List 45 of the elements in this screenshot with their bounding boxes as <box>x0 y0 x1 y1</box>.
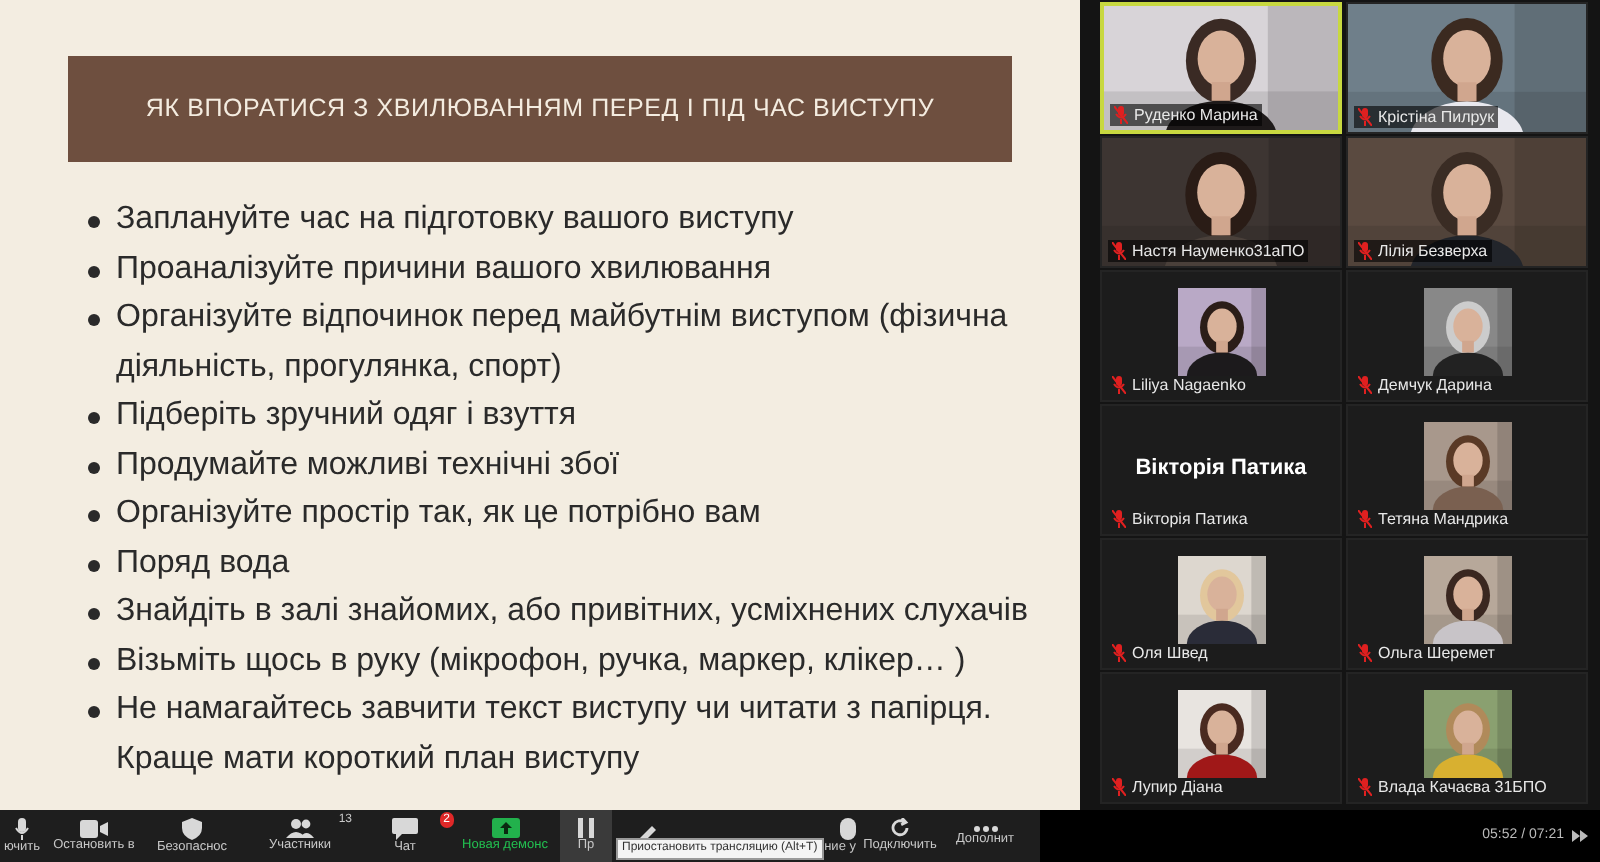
bullet-text: Підберіть зручний одяг і взуття <box>116 396 577 436</box>
participant-name: Крістіна Пилрук <box>1378 106 1495 128</box>
pause-icon <box>578 818 594 838</box>
participant-name: Вікторія Патика <box>1132 508 1248 530</box>
slide-title: ЯК ВПОРАТИСЯ З ХВИЛЮВАННЯМ ПЕРЕД І ПІД ЧАС ВИСТУПУ <box>145 92 935 127</box>
video-camera-icon <box>80 819 108 837</box>
bullet-text: Продумайте можливі технічні збої <box>116 445 620 485</box>
bullet-icon <box>88 314 100 326</box>
mouse-icon <box>840 817 856 839</box>
participant-name: Оля Швед <box>1132 642 1208 664</box>
bullet-text: Заплануйте час на підготовку вашого виступу <box>116 200 794 240</box>
skip-icon <box>1572 830 1588 842</box>
participant-name: Лупир Діана <box>1132 776 1223 798</box>
bullet-text: Організуйте відпочинок перед майбутнім виступом (фізична діяльність, прогулянка, спорт) <box>116 298 1008 387</box>
share-screen-icon <box>491 818 519 838</box>
bullet-icon <box>88 265 100 277</box>
bullet-text: Візьміть щось в руку (мікрофон, ручка, маркер, клікер… ) <box>116 641 966 681</box>
participant-name: Liliya Nagaenko <box>1132 374 1246 396</box>
bullet-text: Не намагайтесь завчити текст виступу чи читати з папірця. Краще мати короткий план виступу <box>116 690 992 779</box>
bullet-text: Проаналізуйте причини вашого хвилювання <box>116 249 772 289</box>
participant-name: Демчук Дарина <box>1378 374 1492 396</box>
bullet-icon <box>88 510 100 522</box>
chat-icon <box>392 817 418 839</box>
participant-name: Тетяна Мандрика <box>1378 508 1509 530</box>
people-icon <box>286 818 314 838</box>
bullet-icon <box>88 608 100 620</box>
bullet-text: Знайдіть в залі знайомих, або привітних, усміхнених слухачів <box>116 592 1028 632</box>
bullet-icon <box>88 461 100 473</box>
shield-icon <box>182 817 202 839</box>
microphone-icon <box>14 817 30 839</box>
rotate-icon <box>890 818 910 838</box>
bullet-icon <box>88 657 100 669</box>
participant-name: Лілія Безверха <box>1378 240 1488 262</box>
participant-name: Влада Качаєва 31БПО <box>1378 776 1547 798</box>
bullet-icon <box>88 559 100 571</box>
participant-name: Настя Науменко31аПО <box>1132 240 1305 262</box>
bullet-icon <box>88 412 100 424</box>
more-icon <box>973 825 997 831</box>
bullet-text: Поряд вода <box>116 543 290 583</box>
bullet-icon <box>88 216 100 228</box>
participant-name: Руденко Марина <box>1134 104 1258 126</box>
bullet-text: Організуйте простір так, як це потрібно вам <box>116 494 761 534</box>
participant-name: Ольга Шеремет <box>1378 642 1495 664</box>
bullet-icon <box>88 706 100 718</box>
participant-display-name: Вікторія Патика <box>1135 456 1307 480</box>
